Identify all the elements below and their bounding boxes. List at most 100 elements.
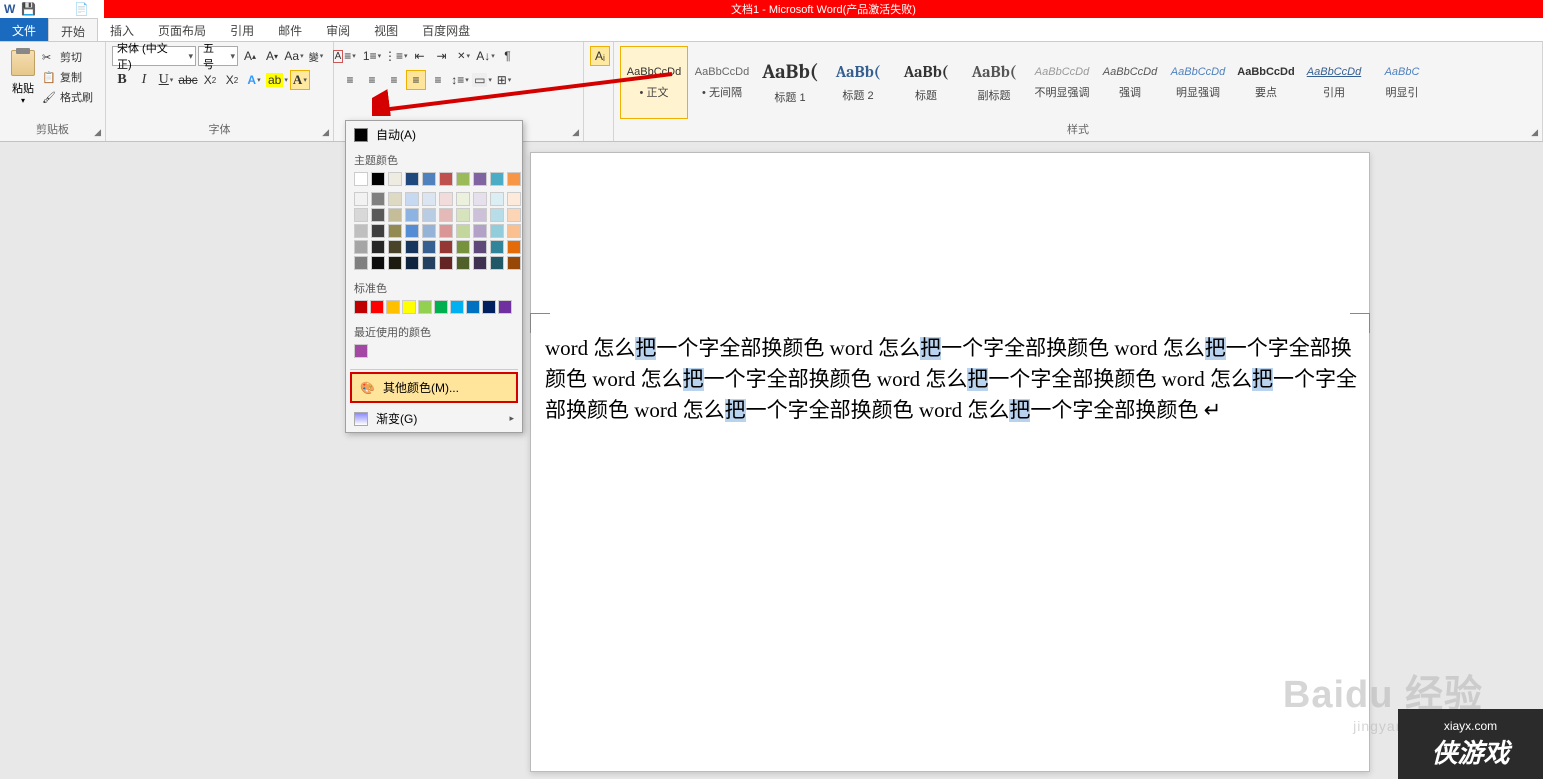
highlight-button[interactable]: ab [266, 70, 288, 90]
color-swatch[interactable] [439, 208, 453, 222]
color-swatch[interactable] [405, 256, 419, 270]
font-size-combo[interactable]: 五号 [198, 46, 238, 66]
color-swatch[interactable] [422, 172, 436, 186]
color-swatch[interactable] [354, 172, 368, 186]
color-swatch[interactable] [439, 256, 453, 270]
cut-button[interactable]: ✂剪切 [40, 48, 95, 66]
font-name-combo[interactable]: 宋体 (中文正) [112, 46, 196, 66]
strike-button[interactable]: abc [178, 70, 198, 90]
redo-icon[interactable]: ↷ [58, 2, 68, 16]
color-swatch[interactable] [388, 208, 402, 222]
color-swatch[interactable] [422, 240, 436, 254]
color-swatch[interactable] [507, 256, 521, 270]
color-swatch[interactable] [354, 224, 368, 238]
style-subtitle[interactable]: AaBb(副标题 [960, 46, 1028, 119]
style-nospace[interactable]: AaBbCcDd• 无间隔 [688, 46, 756, 119]
color-swatch[interactable] [371, 192, 385, 206]
color-swatch[interactable] [439, 172, 453, 186]
color-swatch[interactable] [439, 192, 453, 206]
color-swatch[interactable] [490, 256, 504, 270]
color-swatch[interactable] [473, 208, 487, 222]
color-swatch[interactable] [422, 224, 436, 238]
decrease-indent-button[interactable]: ⇤ [410, 46, 430, 66]
asian-layout-button[interactable]: ✕ [454, 46, 474, 66]
sort-button[interactable]: A↓ [476, 46, 496, 66]
style-h1[interactable]: AaBb(标题 1 [756, 46, 824, 119]
color-swatch[interactable] [371, 256, 385, 270]
distributed-button[interactable]: ≡ [428, 70, 448, 90]
color-swatch[interactable] [371, 172, 385, 186]
save-icon[interactable]: 💾 [21, 2, 36, 16]
font-color-button[interactable]: A [290, 70, 310, 90]
color-swatch[interactable] [473, 192, 487, 206]
more-colors-item[interactable]: 🎨 其他颜色(M)... [350, 372, 518, 403]
italic-button[interactable]: I [134, 70, 154, 90]
color-swatch[interactable] [388, 224, 402, 238]
color-swatch[interactable] [354, 344, 368, 358]
color-swatch[interactable] [507, 172, 521, 186]
color-swatch[interactable] [370, 300, 384, 314]
show-marks-button[interactable]: ¶ [498, 46, 518, 66]
color-swatch[interactable] [498, 300, 512, 314]
color-swatch[interactable] [405, 224, 419, 238]
style-title[interactable]: AaBb(标题 [892, 46, 960, 119]
color-swatch[interactable] [490, 240, 504, 254]
color-swatch[interactable] [473, 256, 487, 270]
tab-file[interactable]: 文件 [0, 18, 48, 41]
color-swatch[interactable] [354, 240, 368, 254]
color-swatch[interactable] [422, 256, 436, 270]
color-swatch[interactable] [402, 300, 416, 314]
paste-button[interactable]: 粘贴 ▾ [6, 46, 40, 109]
color-swatch[interactable] [507, 240, 521, 254]
color-swatch[interactable] [473, 224, 487, 238]
text-effects-button[interactable]: A [244, 70, 264, 90]
bold-button[interactable]: B [112, 70, 132, 90]
style-h2[interactable]: AaBb(标题 2 [824, 46, 892, 119]
change-styles-button[interactable]: Aᵢ [590, 46, 610, 66]
tab-insert[interactable]: 插入 [98, 18, 146, 41]
color-swatch[interactable] [450, 300, 464, 314]
multilevel-button[interactable]: ⋮≡ [384, 46, 408, 66]
color-swatch[interactable] [418, 300, 432, 314]
tab-home[interactable]: 开始 [48, 18, 98, 41]
color-swatch[interactable] [405, 172, 419, 186]
color-swatch[interactable] [490, 224, 504, 238]
color-swatch[interactable] [507, 192, 521, 206]
tab-references[interactable]: 引用 [218, 18, 266, 41]
style-intense-q[interactable]: AaBbC明显引 [1368, 46, 1436, 119]
justify-button[interactable]: ≡ [406, 70, 426, 90]
new-doc-icon[interactable]: 📄 [74, 2, 89, 16]
align-right-button[interactable]: ≡ [384, 70, 404, 90]
color-swatch[interactable] [473, 240, 487, 254]
subscript-button[interactable]: X2 [200, 70, 220, 90]
grow-font-button[interactable]: A▴ [240, 46, 260, 66]
color-swatch[interactable] [507, 208, 521, 222]
phonetic-button[interactable]: 變 [306, 46, 326, 66]
color-swatch[interactable] [456, 172, 470, 186]
color-swatch[interactable] [422, 192, 436, 206]
color-swatch[interactable] [405, 240, 419, 254]
color-swatch[interactable] [456, 240, 470, 254]
auto-color-item[interactable]: 自动(A) [346, 121, 522, 148]
style-normal[interactable]: AaBbCcDd• 正文 [620, 46, 688, 119]
superscript-button[interactable]: X2 [222, 70, 242, 90]
qat-dropdown-icon[interactable]: ▾ [95, 4, 100, 15]
tab-review[interactable]: 审阅 [314, 18, 362, 41]
color-swatch[interactable] [439, 224, 453, 238]
color-swatch[interactable] [388, 256, 402, 270]
color-swatch[interactable] [456, 208, 470, 222]
color-swatch[interactable] [422, 208, 436, 222]
color-swatch[interactable] [490, 208, 504, 222]
color-swatch[interactable] [439, 240, 453, 254]
document-body-text[interactable]: word 怎么把一个字全部换颜色 word 怎么把一个字全部换颜色 word 怎… [545, 333, 1359, 426]
paragraph-launcher-icon[interactable]: ◢ [572, 127, 579, 138]
page[interactable]: word 怎么把一个字全部换颜色 word 怎么把一个字全部换颜色 word 怎… [530, 152, 1370, 772]
bullets-button[interactable]: ≡ [340, 46, 360, 66]
color-swatch[interactable] [354, 256, 368, 270]
color-swatch[interactable] [371, 208, 385, 222]
increase-indent-button[interactable]: ⇥ [432, 46, 452, 66]
color-swatch[interactable] [490, 192, 504, 206]
color-swatch[interactable] [388, 240, 402, 254]
color-swatch[interactable] [354, 192, 368, 206]
style-quote[interactable]: AaBbCcDd引用 [1300, 46, 1368, 119]
